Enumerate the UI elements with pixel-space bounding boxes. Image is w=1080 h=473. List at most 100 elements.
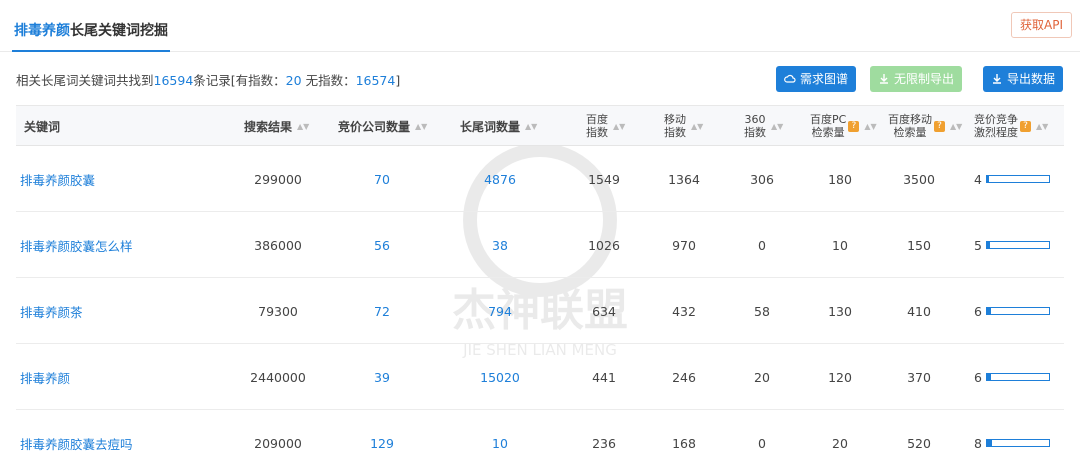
cell-competition: 6: [974, 278, 1050, 344]
cell-mob: 410: [907, 303, 931, 319]
sort-icon[interactable]: ▲▼: [525, 122, 537, 130]
download-icon: [880, 74, 888, 84]
col-baidu-index[interactable]: 百度 指数 ▲▼: [586, 106, 625, 146]
col-bid-competition[interactable]: 竞价竞争 激烈程度? ▲▼: [974, 106, 1048, 146]
col-longtail-label: 长尾词数量: [460, 119, 521, 134]
col-mob-label-2: 检索量: [893, 126, 927, 139]
download-icon: [993, 74, 1001, 84]
cell-mob: 520: [907, 435, 931, 451]
cell-pc: 130: [828, 303, 852, 319]
cell-bidding[interactable]: 72: [374, 278, 390, 344]
cell-baidu: 441: [592, 369, 616, 385]
sort-icon[interactable]: ▲▼: [771, 122, 783, 130]
competition-value: 8: [974, 435, 982, 451]
cell-bidding[interactable]: 56: [374, 212, 390, 278]
competition-bar-fill: [986, 440, 992, 446]
unlimited-export-button[interactable]: 无限制导出: [870, 66, 963, 92]
col-baidu-pc-volume[interactable]: 百度PC 检索量? ▲▼: [810, 106, 877, 146]
cell-competition: 8: [974, 410, 1050, 473]
cell-mob: 3500: [903, 171, 935, 187]
col-longtail-count[interactable]: 长尾词数量 ▲▼: [460, 106, 537, 146]
sort-icon[interactable]: ▲▼: [613, 122, 625, 130]
tab-longtail-mining[interactable]: 排毒养颜长尾关键词挖掘: [12, 14, 170, 52]
keyword-link[interactable]: 排毒养颜胶囊去痘吗: [20, 410, 133, 473]
cell-competition: 6: [974, 344, 1050, 410]
competition-value: 6: [974, 303, 982, 319]
cell-search: 299000: [254, 171, 302, 187]
table-row: 排毒养颜胶囊怎么样 386000 56 38 1026 970 0 10 150 5: [16, 212, 1064, 278]
competition-bar: [985, 241, 1050, 249]
col-search-label: 搜索结果: [244, 119, 293, 134]
sort-icon[interactable]: ▲▼: [691, 122, 703, 130]
table-row: 排毒养颜胶囊去痘吗 209000 129 10 236 168 0 20 520 8: [16, 410, 1064, 473]
col-keyword[interactable]: 关键词: [24, 106, 60, 146]
sort-icon[interactable]: ▲▼: [297, 122, 309, 130]
cell-idx360: 0: [758, 435, 766, 451]
cell-longtail[interactable]: 10: [492, 410, 508, 473]
demand-map-label: 需求图谱: [800, 72, 849, 86]
keyword-link[interactable]: 排毒养颜茶: [20, 278, 83, 344]
competition-bar: [985, 373, 1050, 381]
cell-baidu: 634: [592, 303, 616, 319]
keyword-link[interactable]: 排毒养颜胶囊: [20, 146, 95, 212]
keyword-table: 关键词 搜索结果 ▲▼ 竞价公司数量 ▲▼ 长尾词数量 ▲▼ 百度 指数 ▲▼ 移动 指数 ▲…: [16, 105, 1064, 473]
help-badge-icon[interactable]: ?: [848, 120, 860, 132]
competition-value: 5: [974, 237, 982, 253]
cell-mobile: 168: [672, 435, 696, 451]
cell-mobile: 246: [672, 369, 696, 385]
cell-idx360: 0: [758, 237, 766, 253]
competition-bar-fill: [986, 308, 991, 314]
cell-mob: 370: [907, 369, 931, 385]
cell-baidu: 236: [592, 435, 616, 451]
col-pc-label-2: 检索量: [811, 126, 845, 139]
sort-icon[interactable]: ▲▼: [1036, 122, 1048, 130]
tab-keyword-highlight: 排毒养颜: [14, 23, 70, 39]
cell-bidding[interactable]: 39: [374, 344, 390, 410]
table-row: 排毒养颜胶囊 299000 70 4876 1549 1364 306 180 3500 4: [16, 146, 1064, 212]
demand-map-button[interactable]: 需求图谱: [776, 66, 857, 92]
col-baidu-label-2: 指数: [586, 126, 608, 139]
get-api-button[interactable]: 获取API: [1011, 12, 1072, 38]
cell-bidding[interactable]: 129: [370, 410, 394, 473]
help-badge-icon[interactable]: ?: [934, 120, 945, 132]
col-360-index[interactable]: 360 指数 ▲▼: [744, 106, 783, 146]
cell-pc: 120: [828, 369, 852, 385]
competition-bar: [985, 439, 1050, 447]
cell-mobile: 1364: [668, 171, 700, 187]
keyword-link[interactable]: 排毒养颜胶囊怎么样: [20, 212, 133, 278]
col-bidding-companies[interactable]: 竞价公司数量 ▲▼: [338, 106, 427, 146]
summary-suffix: ]: [395, 73, 401, 88]
col-mobile-label-2: 指数: [664, 126, 686, 139]
cell-idx360: 58: [754, 303, 770, 319]
cell-mobile: 970: [672, 237, 696, 253]
cell-longtail[interactable]: 4876: [484, 146, 516, 212]
cell-longtail[interactable]: 15020: [480, 344, 520, 410]
cell-pc: 20: [832, 435, 848, 451]
cell-longtail[interactable]: 38: [492, 212, 508, 278]
competition-bar-fill: [986, 374, 991, 380]
summary-without-index: 16574: [355, 73, 396, 88]
sort-icon[interactable]: ▲▼: [415, 122, 427, 130]
col-mobile-index[interactable]: 移动 指数 ▲▼: [664, 106, 703, 146]
sort-icon[interactable]: ▲▼: [864, 122, 876, 130]
export-data-button[interactable]: 导出数据: [983, 66, 1064, 92]
col-360-label-2: 指数: [744, 126, 766, 139]
cell-idx360: 306: [750, 171, 774, 187]
table-header: 关键词 搜索结果 ▲▼ 竞价公司数量 ▲▼ 长尾词数量 ▲▼ 百度 指数 ▲▼ 移动 指数 ▲…: [16, 106, 1064, 146]
cloud-icon: [784, 74, 796, 83]
col-baidu-mobile-volume[interactable]: 百度移动 检索量? ▲▼: [888, 106, 962, 146]
col-360-label-1: 360: [744, 113, 766, 126]
col-search-results[interactable]: 搜索结果 ▲▼: [244, 106, 309, 146]
table-row: 排毒养颜 2440000 39 15020 441 246 20 120 370 6: [16, 344, 1064, 410]
cell-longtail[interactable]: 794: [488, 278, 512, 344]
sort-icon[interactable]: ▲▼: [950, 122, 962, 130]
cell-bidding[interactable]: 70: [374, 146, 390, 212]
cell-search: 79300: [258, 303, 298, 319]
cell-baidu: 1026: [588, 237, 620, 253]
competition-bar-fill: [986, 242, 991, 248]
help-badge-icon[interactable]: ?: [1020, 120, 1031, 132]
cell-mobile: 432: [672, 303, 696, 319]
keyword-link[interactable]: 排毒养颜: [20, 344, 70, 410]
cell-mob: 150: [907, 237, 931, 253]
competition-bar: [985, 175, 1050, 183]
